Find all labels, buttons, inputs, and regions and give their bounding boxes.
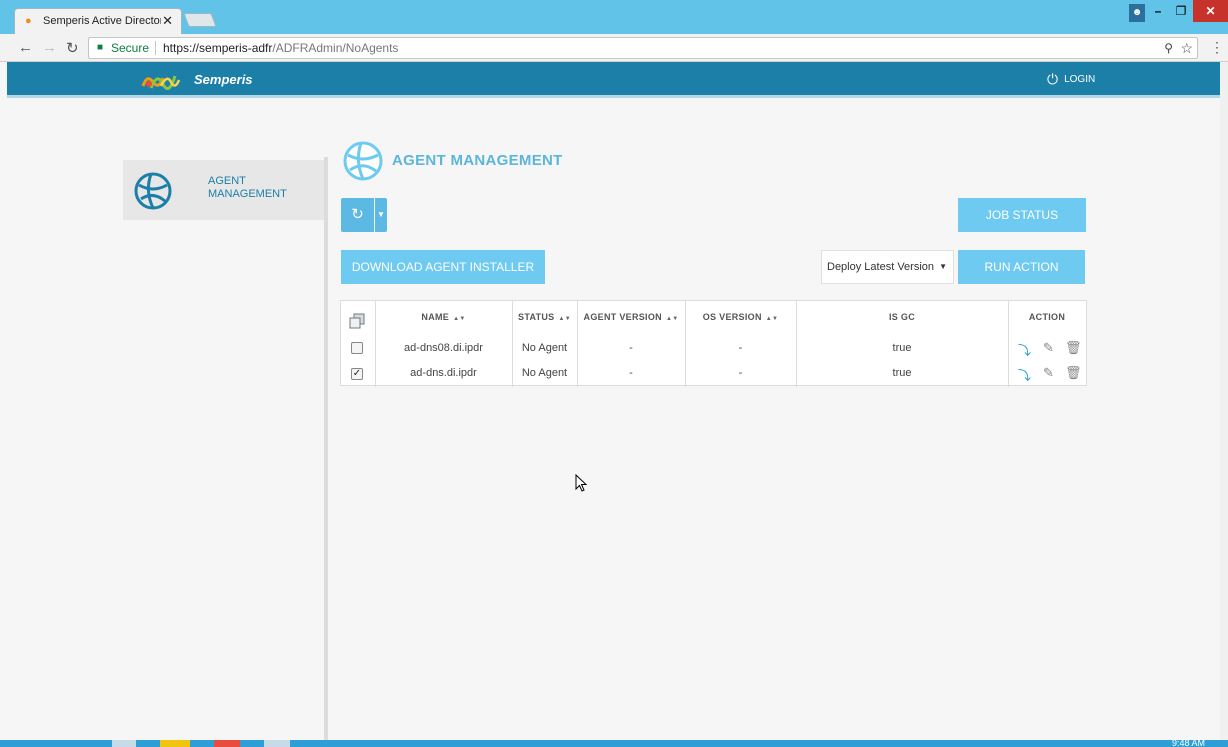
star-icon[interactable]: ☆ (1180, 38, 1193, 58)
semperis-favicon-icon: ● (25, 15, 32, 27)
taskbar-clock: 9:48 AM (1172, 738, 1206, 747)
refresh-button[interactable]: ↻ (341, 198, 374, 232)
edit-icon[interactable]: ✎ (1043, 340, 1054, 356)
row-checkbox[interactable]: ✓ (351, 368, 363, 380)
taskbar-chrome-icon[interactable] (214, 740, 240, 747)
deploy-icon[interactable]: ⤵ (1018, 340, 1031, 359)
cell-is-gc: true (892, 367, 912, 379)
cell-agent-version: - (629, 342, 633, 354)
run-action-button[interactable]: RUN ACTION (958, 250, 1085, 284)
cell-status: No Agent (521, 342, 568, 354)
minimize-button[interactable]: – (1147, 0, 1169, 22)
taskbar-app-icon[interactable] (112, 740, 136, 747)
lock-icon: ■ (97, 42, 104, 53)
user-profile-icon[interactable]: ☻ (1129, 4, 1145, 22)
column-header-label: ACTION (1028, 312, 1066, 322)
url-path: /ADFRAdmin/NoAgents (272, 41, 399, 55)
browser-menu-icon[interactable]: ⋮ (1210, 39, 1224, 56)
column-header-label: NAME (421, 312, 450, 322)
forward-icon[interactable]: → (42, 39, 57, 56)
power-icon: ⏻ (1047, 71, 1059, 87)
column-header-label: AGENT VERSION (583, 312, 662, 322)
page-scrollbar[interactable] (1220, 62, 1228, 740)
deploy-select-value: Deploy Latest Version (827, 261, 935, 273)
url-separator (155, 41, 156, 55)
column-header-status[interactable]: STATUS ▲▼ (512, 312, 577, 322)
back-icon[interactable]: ← (18, 39, 33, 56)
row-checkbox[interactable] (351, 342, 363, 354)
app-header: Semperis ⏻ LOGIN (7, 62, 1220, 98)
cell-os-version: - (738, 342, 743, 354)
job-status-button[interactable]: JOB STATUS (958, 198, 1086, 232)
restore-button[interactable]: ❐ (1170, 0, 1192, 22)
column-header-name[interactable]: NAME ▲▼ (375, 312, 512, 322)
browser-toolbar: ← → ↻ ■ Secure https://semperis-adfr/ADF… (0, 34, 1228, 62)
globe-icon (343, 141, 383, 181)
trash-icon[interactable]: 🗑 (1065, 340, 1082, 356)
key-icon[interactable]: ⚲ (1164, 38, 1173, 58)
url-text[interactable]: https://semperis-adfr/ADFRAdmin/NoAgents (163, 38, 398, 58)
column-header-agent-version[interactable]: AGENT VERSION ▲▼ (577, 312, 685, 322)
globe-icon (134, 172, 172, 210)
select-all-icon[interactable] (349, 313, 365, 329)
cell-name: ad-dns08.di.ipdr (404, 342, 483, 354)
taskbar-app-icon[interactable] (264, 740, 290, 747)
trash-icon[interactable]: 🗑 (1065, 365, 1082, 381)
cell-os-version: - (738, 367, 743, 379)
sort-icon[interactable]: ▲▼ (558, 316, 570, 322)
taskbar-folder-icon[interactable] (160, 740, 190, 747)
sidebar-item-agent-management[interactable]: AGENT MANAGEMENT (123, 160, 325, 220)
cell-name: ad-dns.di.ipdr (410, 367, 477, 379)
url-host: https://semperis-adfr (163, 41, 273, 55)
reload-icon[interactable]: ↻ (66, 39, 79, 57)
chevron-down-icon: ▼ (939, 262, 947, 271)
cell-status: No Agent (521, 367, 568, 379)
browser-titlebar: ● Semperis Active Directory ✕ ☻ – ❐ ✕ (0, 0, 1228, 34)
column-header-is-gc: IS GC (796, 312, 1008, 322)
download-agent-installer-button[interactable]: DOWNLOAD AGENT INSTALLER (341, 250, 545, 284)
column-header-label: IS GC (888, 312, 915, 322)
sort-icon[interactable]: ▲▼ (453, 316, 465, 322)
address-bar[interactable]: ■ Secure https://semperis-adfr/ADFRAdmin… (88, 37, 1198, 59)
sidebar-item-label: AGENT MANAGEMENT (208, 175, 287, 200)
brand-name: Semperis (194, 72, 253, 87)
secure-label: Secure (111, 41, 150, 55)
mouse-cursor-icon (575, 474, 587, 492)
deploy-icon[interactable]: ⤵ (1018, 365, 1031, 384)
cell-is-gc: true (892, 342, 912, 354)
cell-agent-version: - (629, 367, 633, 379)
tab-title: Semperis Active Directory (43, 15, 161, 27)
browser-tab[interactable]: ● Semperis Active Directory ✕ (14, 8, 182, 34)
semperis-logo-icon[interactable] (141, 68, 181, 92)
refresh-icon: ↻ (351, 206, 364, 223)
sort-icon[interactable]: ▲▼ (766, 316, 778, 322)
column-header-action: ACTION (1008, 312, 1086, 322)
edit-icon[interactable]: ✎ (1043, 365, 1054, 381)
chevron-down-icon: ▼ (377, 210, 385, 219)
column-header-os-version[interactable]: OS VERSION ▲▼ (685, 312, 796, 322)
deploy-version-select[interactable]: Deploy Latest Version ▼ (821, 250, 954, 284)
sort-icon[interactable]: ▲▼ (666, 316, 678, 322)
new-tab-button[interactable] (183, 13, 217, 27)
column-header-label: STATUS (518, 312, 555, 322)
sidebar-divider (324, 157, 328, 740)
login-label: LOGIN (1064, 74, 1096, 86)
column-header-label: OS VERSION (702, 312, 762, 322)
tab-close-icon[interactable]: ✕ (162, 13, 173, 29)
login-button[interactable]: ⏻ LOGIN (1047, 71, 1095, 88)
refresh-dropdown-button[interactable]: ▼ (375, 198, 387, 232)
page-title: AGENT MANAGEMENT (392, 152, 563, 169)
window-close-button[interactable]: ✕ (1193, 0, 1228, 22)
agent-table: NAME ▲▼ STATUS ▲▼ AGENT VERSION ▲▼ OS VERSI… (340, 300, 1087, 387)
